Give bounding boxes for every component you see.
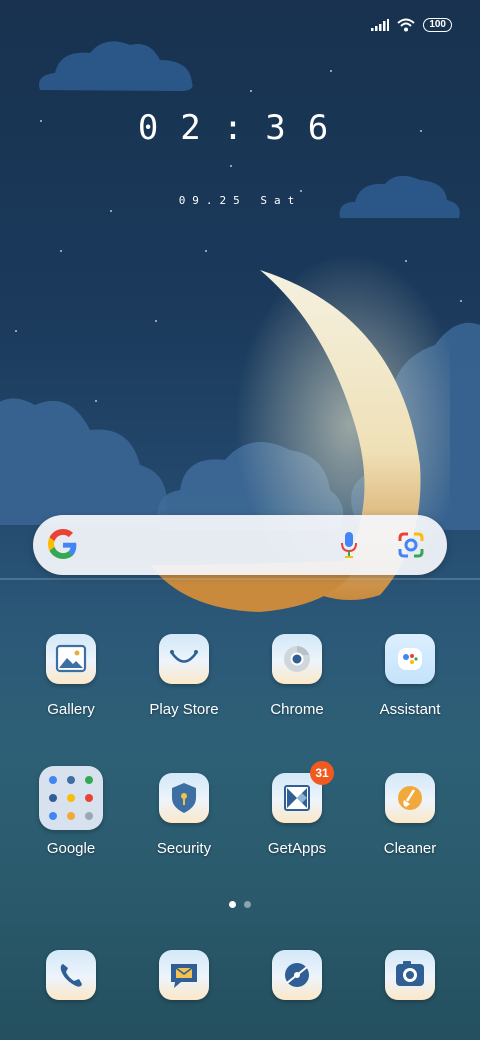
chrome-icon	[272, 634, 322, 684]
app-label: Play Store	[149, 701, 219, 718]
browser-icon	[272, 950, 322, 1000]
app-label: Gallery	[47, 701, 95, 718]
notification-badge: 31	[310, 761, 334, 785]
app-label: Security	[156, 840, 212, 857]
camera-icon	[385, 950, 435, 1000]
dock-messages[interactable]	[134, 950, 234, 1000]
app-google-folder[interactable]: Google	[21, 766, 121, 857]
status-bar: 100	[371, 18, 452, 32]
cloud	[39, 41, 193, 91]
app-play-store[interactable]: Play Store	[134, 634, 234, 718]
messages-icon	[159, 950, 209, 1000]
app-getapps[interactable]: 31 GetApps	[247, 761, 347, 857]
mic-icon[interactable]	[339, 531, 359, 559]
page-dot-active[interactable]	[229, 901, 236, 908]
page-dot[interactable]	[244, 901, 251, 908]
dock-phone[interactable]	[21, 950, 121, 1000]
cleaner-icon	[385, 773, 435, 823]
dock-browser[interactable]	[247, 950, 347, 1000]
clock-date[interactable]: 09.25 Sat	[0, 194, 480, 207]
play-store-icon	[159, 634, 209, 684]
app-assistant[interactable]: Assistant	[360, 634, 460, 718]
google-search-bar[interactable]	[33, 515, 447, 575]
signal-icon	[371, 19, 390, 31]
assistant-icon	[385, 634, 435, 684]
dock-camera[interactable]	[360, 950, 460, 1000]
app-label: Chrome	[270, 701, 324, 718]
phone-icon	[46, 950, 96, 1000]
app-label: Cleaner	[383, 840, 437, 857]
app-chrome[interactable]: Chrome	[247, 634, 347, 718]
app-label: Assistant	[379, 701, 441, 718]
app-gallery[interactable]: Gallery	[21, 634, 121, 718]
google-lens-icon[interactable]	[397, 531, 425, 559]
app-cleaner[interactable]: Cleaner	[360, 773, 460, 857]
battery-indicator: 100	[423, 18, 452, 32]
app-label: Google	[46, 840, 96, 857]
horizon	[0, 578, 480, 580]
app-security[interactable]: Security	[134, 773, 234, 857]
app-label: GetApps	[267, 840, 327, 857]
google-g-icon	[48, 529, 77, 559]
google-folder-icon	[39, 766, 103, 830]
gallery-icon	[46, 634, 96, 684]
wifi-icon	[397, 18, 415, 32]
security-icon	[159, 773, 209, 823]
clock-time[interactable]: 02:36	[0, 108, 480, 148]
